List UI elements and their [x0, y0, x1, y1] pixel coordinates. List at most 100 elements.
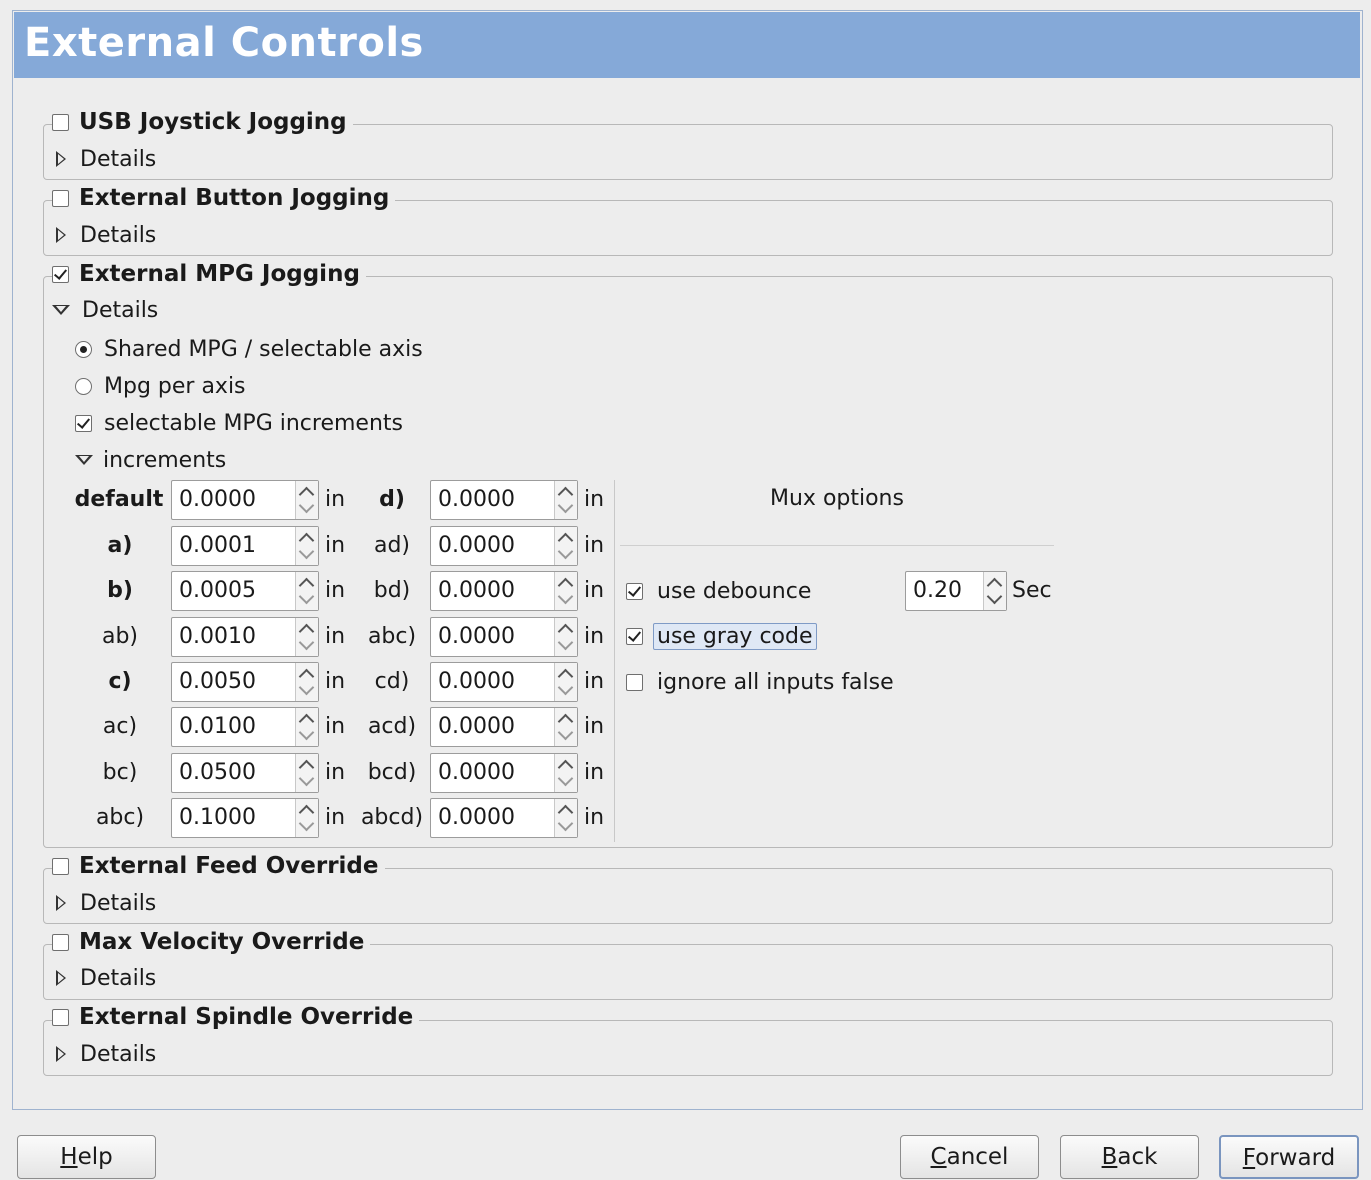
- spin-value[interactable]: 0.0000: [438, 708, 515, 746]
- spin-arrows-icon[interactable]: [554, 481, 577, 519]
- increments-expander[interactable]: increments: [75, 446, 226, 474]
- spin-arrows-icon[interactable]: [554, 708, 577, 746]
- mpg-per-axis-radio[interactable]: [75, 377, 92, 395]
- shared-mpg-radio-option[interactable]: Shared MPG / selectable axis: [75, 335, 423, 363]
- forward-button[interactable]: Forward: [1219, 1135, 1359, 1179]
- spin-arrows-icon[interactable]: [983, 572, 1006, 610]
- mux-divider: [614, 480, 615, 842]
- help-button[interactable]: Help: [17, 1135, 156, 1179]
- spin-value[interactable]: 0.0100: [179, 708, 256, 746]
- spin-arrows-icon[interactable]: [554, 527, 577, 565]
- usb-jog-details-expander[interactable]: Details: [56, 145, 156, 173]
- spindle-override-header[interactable]: External Spindle Override: [52, 1003, 420, 1031]
- increment-spin-bd[interactable]: 0.0000: [430, 571, 578, 611]
- usb-jog-header[interactable]: USB Joystick Jogging: [52, 108, 353, 136]
- spin-value[interactable]: 0.1000: [179, 799, 256, 837]
- button-jog-header[interactable]: External Button Jogging: [52, 184, 396, 212]
- spin-arrows-icon[interactable]: [295, 799, 318, 837]
- unit-label: in: [584, 624, 605, 649]
- max-velocity-details-expander[interactable]: Details: [56, 964, 156, 992]
- spin-arrows-icon[interactable]: [295, 663, 318, 701]
- spin-value[interactable]: 0.0000: [179, 481, 256, 519]
- increment-spin-d[interactable]: 0.0000: [430, 480, 578, 520]
- increment-spin-bcd[interactable]: 0.0000: [430, 753, 578, 793]
- feed-override-details-expander[interactable]: Details: [56, 889, 156, 917]
- spin-arrows-icon[interactable]: [554, 572, 577, 610]
- spin-value[interactable]: 0.0500: [179, 754, 256, 792]
- spin-value[interactable]: 0.0010: [179, 618, 256, 656]
- use-debounce-option[interactable]: use debounce: [626, 577, 811, 605]
- help-button-mnemonic: H: [60, 1144, 78, 1170]
- selectable-increments-checkbox[interactable]: [75, 414, 92, 432]
- increment-label-abc-right: abc): [367, 624, 417, 649]
- spin-arrows-icon[interactable]: [554, 618, 577, 656]
- mpg-per-axis-radio-option[interactable]: Mpg per axis: [75, 372, 246, 400]
- max-velocity-header[interactable]: Max Velocity Override: [52, 928, 371, 956]
- spin-value[interactable]: 0.0000: [438, 799, 515, 837]
- spin-value[interactable]: 0.0000: [438, 481, 515, 519]
- use-debounce-checkbox[interactable]: [626, 582, 643, 600]
- increment-spin-abc-right[interactable]: 0.0000: [430, 617, 578, 657]
- increment-label-ab: ab): [101, 624, 139, 649]
- unit-label: in: [584, 578, 605, 603]
- spindle-override-details-expander[interactable]: Details: [56, 1040, 156, 1068]
- spin-value[interactable]: 0.0000: [438, 663, 515, 701]
- spin-value[interactable]: 0.0000: [438, 527, 515, 565]
- selectable-increments-label: selectable MPG increments: [104, 410, 403, 436]
- cancel-button[interactable]: Cancel: [900, 1135, 1039, 1179]
- spin-arrows-icon[interactable]: [295, 527, 318, 565]
- use-gray-code-option[interactable]: use gray code: [626, 622, 817, 650]
- spin-arrows-icon[interactable]: [554, 663, 577, 701]
- unit-label: in: [584, 805, 605, 830]
- increment-spin-a[interactable]: 0.0001: [171, 526, 319, 566]
- spindle-override-checkbox[interactable]: [52, 1008, 69, 1026]
- increment-spin-ab[interactable]: 0.0010: [171, 617, 319, 657]
- spin-arrows-icon[interactable]: [295, 754, 318, 792]
- increment-spin-c[interactable]: 0.0050: [171, 662, 319, 702]
- increment-spin-cd[interactable]: 0.0000: [430, 662, 578, 702]
- shared-mpg-radio[interactable]: [75, 340, 92, 358]
- debounce-spin[interactable]: 0.20: [905, 571, 1007, 611]
- increment-spin-abc[interactable]: 0.1000: [171, 798, 319, 838]
- spin-value[interactable]: 0.0001: [179, 527, 256, 565]
- mpg-jog-checkbox[interactable]: [52, 265, 69, 283]
- use-gray-code-checkbox[interactable]: [626, 627, 643, 645]
- increment-spin-acd[interactable]: 0.0000: [430, 707, 578, 747]
- increment-label-cd: cd): [374, 669, 410, 694]
- spin-value[interactable]: 0.0005: [179, 572, 256, 610]
- usb-jog-checkbox[interactable]: [52, 113, 69, 131]
- mpg-jog-header[interactable]: External MPG Jogging: [52, 260, 366, 288]
- spin-value[interactable]: 0.0000: [438, 572, 515, 610]
- spin-arrows-icon[interactable]: [554, 799, 577, 837]
- usb-jog-label: USB Joystick Jogging: [79, 109, 347, 135]
- ignore-inputs-option[interactable]: ignore all inputs false: [626, 668, 894, 696]
- spin-value[interactable]: 0.0000: [438, 754, 515, 792]
- increment-spin-bc[interactable]: 0.0500: [171, 753, 319, 793]
- increment-spin-default[interactable]: 0.0000: [171, 480, 319, 520]
- feed-override-checkbox[interactable]: [52, 857, 69, 875]
- mpg-jog-details-expander[interactable]: Details: [52, 296, 158, 324]
- increment-spin-ad[interactable]: 0.0000: [430, 526, 578, 566]
- button-jog-details-expander[interactable]: Details: [56, 221, 156, 249]
- increment-spin-abcd[interactable]: 0.0000: [430, 798, 578, 838]
- increment-spin-b[interactable]: 0.0005: [171, 571, 319, 611]
- spin-arrows-icon[interactable]: [554, 754, 577, 792]
- spin-value[interactable]: 0.20: [913, 572, 962, 610]
- details-label: Details: [82, 297, 159, 323]
- spin-value[interactable]: 0.0000: [438, 618, 515, 656]
- button-jog-checkbox[interactable]: [52, 189, 69, 207]
- spin-arrows-icon[interactable]: [295, 618, 318, 656]
- selectable-increments-option[interactable]: selectable MPG increments: [75, 409, 403, 437]
- spin-arrows-icon[interactable]: [295, 481, 318, 519]
- increment-spin-ac[interactable]: 0.0100: [171, 707, 319, 747]
- spin-arrows-icon[interactable]: [295, 572, 318, 610]
- spin-arrows-icon[interactable]: [295, 708, 318, 746]
- feed-override-header[interactable]: External Feed Override: [52, 852, 385, 880]
- max-velocity-checkbox[interactable]: [52, 933, 69, 951]
- spin-value[interactable]: 0.0050: [179, 663, 256, 701]
- ignore-inputs-checkbox[interactable]: [626, 673, 643, 691]
- increment-label-default: default: [74, 487, 164, 512]
- back-button[interactable]: Back: [1060, 1135, 1199, 1179]
- increment-label-a: a): [107, 533, 133, 558]
- ignore-inputs-label: ignore all inputs false: [657, 669, 894, 695]
